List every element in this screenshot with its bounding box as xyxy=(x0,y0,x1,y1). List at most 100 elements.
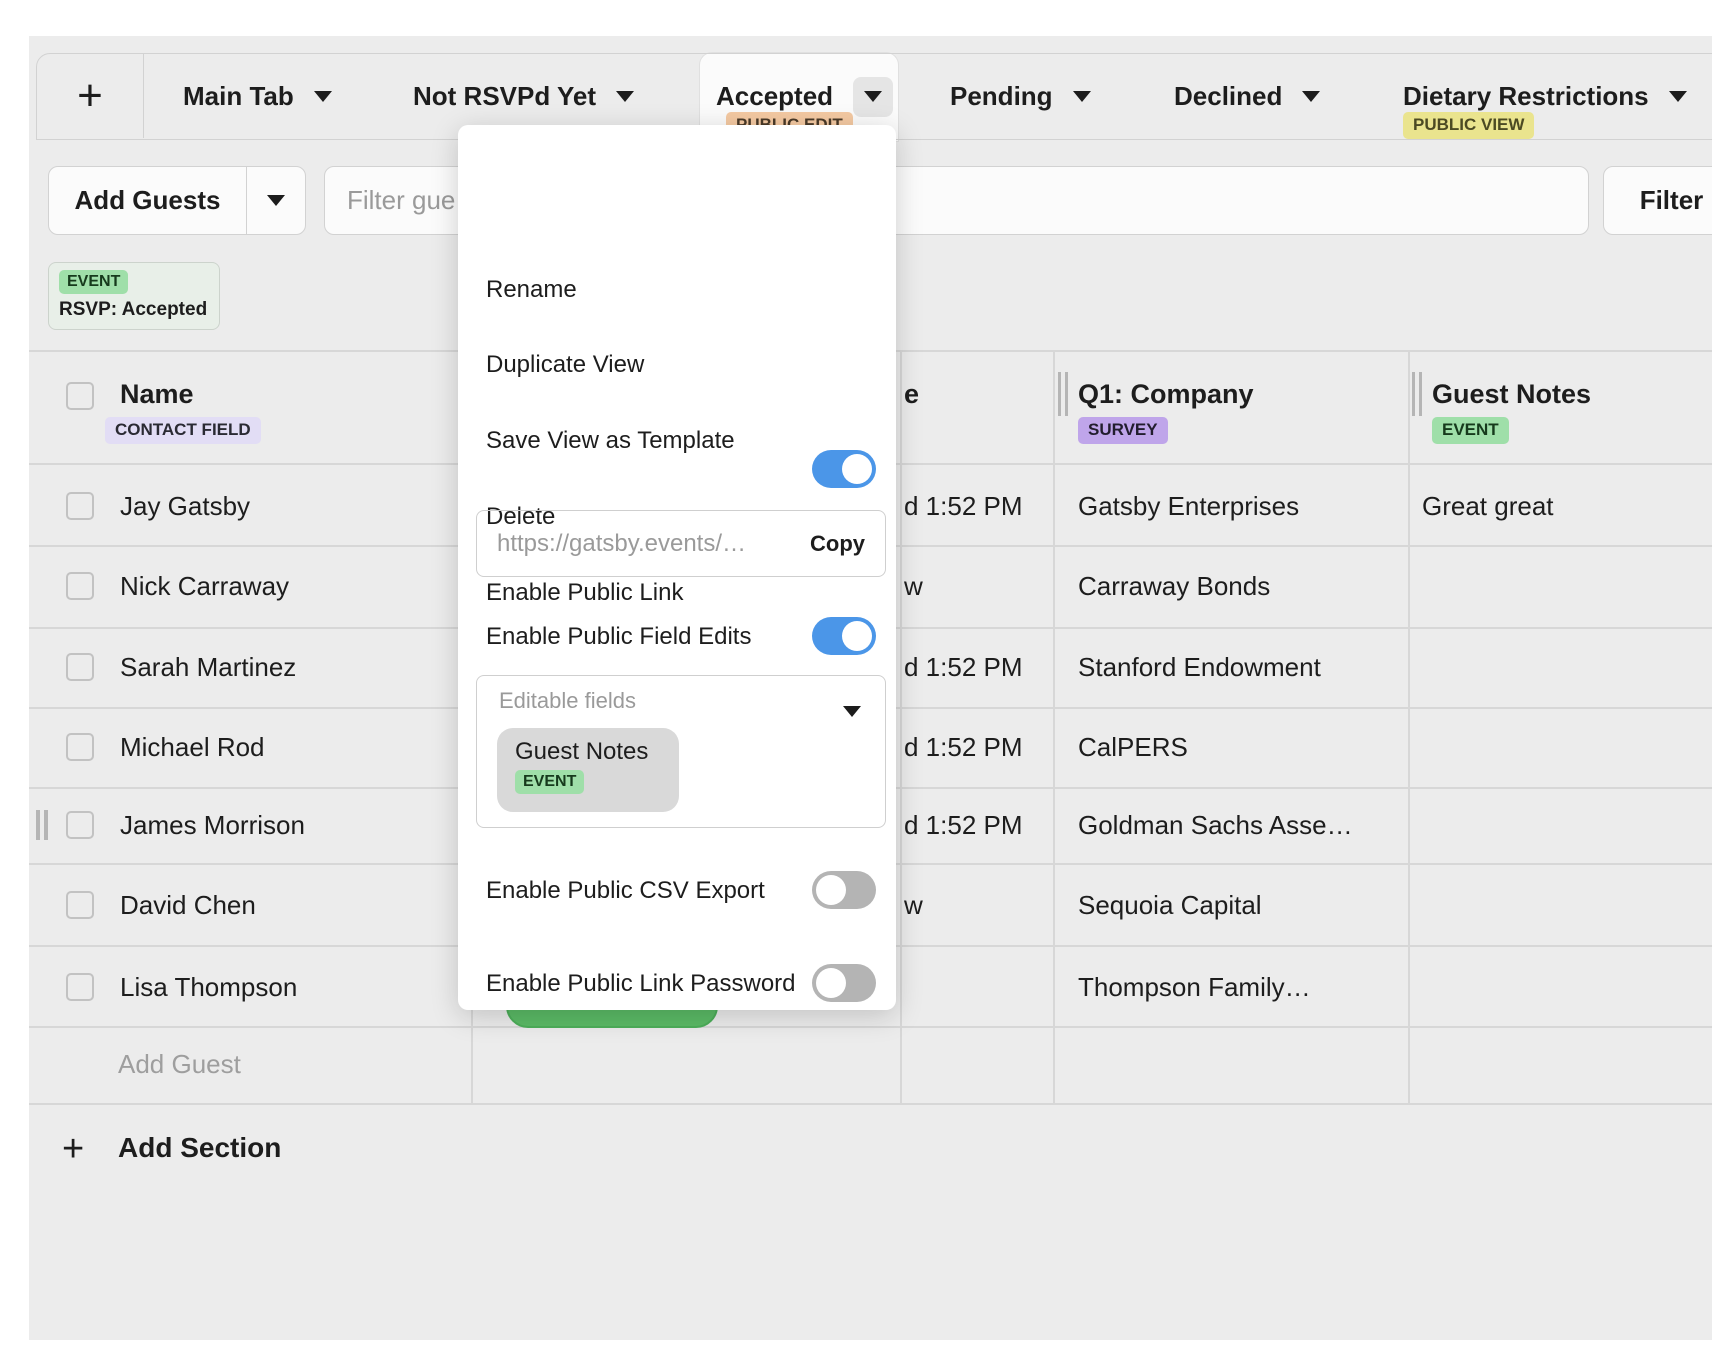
editable-fields-select[interactable]: Editable fields Guest Notes EVENT xyxy=(476,675,886,828)
column-header-guest-notes: Guest Notes xyxy=(1432,379,1591,410)
menu-item-save-view-as-template[interactable]: Save View as Template xyxy=(486,427,735,455)
rsvp-date-cell[interactable]: d 1:52 PM xyxy=(904,732,1023,763)
toggle-knob xyxy=(816,875,846,905)
grid-line xyxy=(1408,350,1410,1103)
tab-pending[interactable]: Pending xyxy=(950,53,1091,140)
company-cell[interactable]: Carraway Bonds xyxy=(1078,571,1270,602)
enable-public-link-label: Enable Public Link xyxy=(486,579,683,607)
row-checkbox[interactable] xyxy=(66,891,94,919)
guest-name[interactable]: Jay Gatsby xyxy=(120,491,250,522)
tab-label: Accepted xyxy=(716,81,833,112)
chevron-down-icon[interactable] xyxy=(843,706,861,717)
enable-public-field-edits-label: Enable Public Field Edits xyxy=(486,623,751,651)
filter-chip-text: RSVP: Accepted xyxy=(59,299,209,321)
enable-public-link-toggle[interactable] xyxy=(812,450,876,488)
rsvp-date-cell[interactable]: w xyxy=(904,571,923,602)
toggle-knob xyxy=(842,621,872,651)
row-checkbox[interactable] xyxy=(66,733,94,761)
company-cell[interactable]: Goldman Sachs Asse… xyxy=(1078,810,1353,841)
company-cell[interactable]: Stanford Endowment xyxy=(1078,652,1321,683)
company-cell[interactable]: Thompson Family… xyxy=(1078,972,1311,1003)
column-header-company: Q1: Company xyxy=(1078,379,1254,410)
select-all-checkbox[interactable] xyxy=(66,382,94,410)
tab-declined[interactable]: Declined xyxy=(1174,53,1320,140)
filter-button-label: Filter xyxy=(1640,185,1704,216)
public-view-badge: PUBLIC VIEW xyxy=(1403,112,1534,139)
company-cell[interactable]: Gatsby Enterprises xyxy=(1078,491,1299,522)
chevron-down-icon[interactable] xyxy=(616,91,634,102)
toggle-knob xyxy=(842,454,872,484)
guest-name[interactable]: Lisa Thompson xyxy=(120,972,297,1003)
chevron-down-icon xyxy=(864,91,882,102)
guest-name[interactable]: James Morrison xyxy=(120,810,305,841)
filter-button[interactable]: Filter xyxy=(1603,166,1712,235)
row-checkbox[interactable] xyxy=(66,492,94,520)
add-guest-row[interactable]: Add Guest xyxy=(118,1049,241,1080)
grid-line xyxy=(900,350,902,1103)
tab-label: Main Tab xyxy=(183,81,294,112)
grid-line xyxy=(29,1103,1712,1105)
active-filter-chip[interactable]: EVENT RSVP: Accepted xyxy=(48,262,220,330)
rsvp-date-cell[interactable]: d 1:52 PM xyxy=(904,810,1023,841)
event-badge: EVENT xyxy=(1432,417,1509,444)
add-view-tab-button[interactable]: + xyxy=(37,54,144,138)
event-badge: EVENT xyxy=(59,270,128,294)
rsvp-date-cell[interactable]: w xyxy=(904,890,923,921)
chevron-down-icon xyxy=(267,195,285,206)
enable-public-link-password-toggle[interactable] xyxy=(812,964,876,1002)
row-checkbox[interactable] xyxy=(66,572,94,600)
chip-field-name: Guest Notes xyxy=(515,738,679,766)
copy-link-button[interactable]: Copy xyxy=(810,531,865,557)
app-window: + Main Tab Not RSVPd Yet Accepted PUBLIC… xyxy=(0,0,1712,1352)
guest-name[interactable]: Nick Carraway xyxy=(120,571,289,602)
add-guests-button[interactable]: Add Guests xyxy=(48,166,306,235)
editable-fields-label: Editable fields xyxy=(499,688,636,714)
menu-item-rename[interactable]: Rename xyxy=(486,276,577,304)
tab-label: Pending xyxy=(950,81,1053,112)
guest-name[interactable]: David Chen xyxy=(120,890,256,921)
add-section-button[interactable]: Add Section xyxy=(118,1132,281,1164)
company-cell[interactable]: Sequoia Capital xyxy=(1078,890,1262,921)
tab-label: Not RSVPd Yet xyxy=(413,81,596,112)
public-link-url: https://gatsby.events/… xyxy=(497,530,810,558)
chevron-down-icon[interactable] xyxy=(314,91,332,102)
guest-name[interactable]: Sarah Martinez xyxy=(120,652,296,683)
editable-field-chip[interactable]: Guest Notes EVENT xyxy=(497,728,679,812)
row-drag-handle-icon[interactable] xyxy=(36,810,48,840)
menu-item-duplicate-view[interactable]: Duplicate View xyxy=(486,351,644,379)
plus-icon: + xyxy=(77,74,103,118)
plus-icon: + xyxy=(62,1128,84,1171)
company-cell[interactable]: CalPERS xyxy=(1078,732,1188,763)
guest-name[interactable]: Michael Rod xyxy=(120,732,265,763)
public-link-url-box[interactable]: https://gatsby.events/… Copy xyxy=(476,510,886,577)
guest-notes-cell[interactable]: Great great xyxy=(1422,491,1554,522)
grid-line xyxy=(29,1026,1712,1028)
add-guests-label: Add Guests xyxy=(49,185,246,216)
row-checkbox[interactable] xyxy=(66,653,94,681)
grid-line xyxy=(1053,350,1055,1103)
column-drag-handle-icon[interactable] xyxy=(1412,372,1422,416)
column-header-name: Name xyxy=(120,379,194,410)
event-badge: EVENT xyxy=(515,770,584,794)
row-checkbox[interactable] xyxy=(66,973,94,1001)
view-options-menu: Rename Duplicate View Save View as Templ… xyxy=(458,125,896,1010)
add-guests-dropdown-button[interactable] xyxy=(246,167,305,234)
tab-menu-button[interactable] xyxy=(853,77,893,117)
enable-public-csv-export-label: Enable Public CSV Export xyxy=(486,877,765,905)
column-header-hidden: e xyxy=(904,379,919,410)
enable-public-csv-export-toggle[interactable] xyxy=(812,871,876,909)
tab-label: Dietary Restrictions xyxy=(1403,81,1649,112)
enable-public-link-password-label: Enable Public Link Password xyxy=(486,970,796,998)
contact-field-badge: CONTACT FIELD xyxy=(105,417,261,444)
filter-input-placeholder: Filter gue xyxy=(347,185,455,216)
column-drag-handle-icon[interactable] xyxy=(1058,372,1068,416)
chevron-down-icon[interactable] xyxy=(1669,91,1687,102)
row-checkbox[interactable] xyxy=(66,811,94,839)
enable-public-field-edits-toggle[interactable] xyxy=(812,617,876,655)
tab-main-tab[interactable]: Main Tab xyxy=(183,53,332,140)
chevron-down-icon[interactable] xyxy=(1073,91,1091,102)
toggle-knob xyxy=(816,968,846,998)
rsvp-date-cell[interactable]: d 1:52 PM xyxy=(904,491,1023,522)
rsvp-date-cell[interactable]: d 1:52 PM xyxy=(904,652,1023,683)
chevron-down-icon[interactable] xyxy=(1302,91,1320,102)
